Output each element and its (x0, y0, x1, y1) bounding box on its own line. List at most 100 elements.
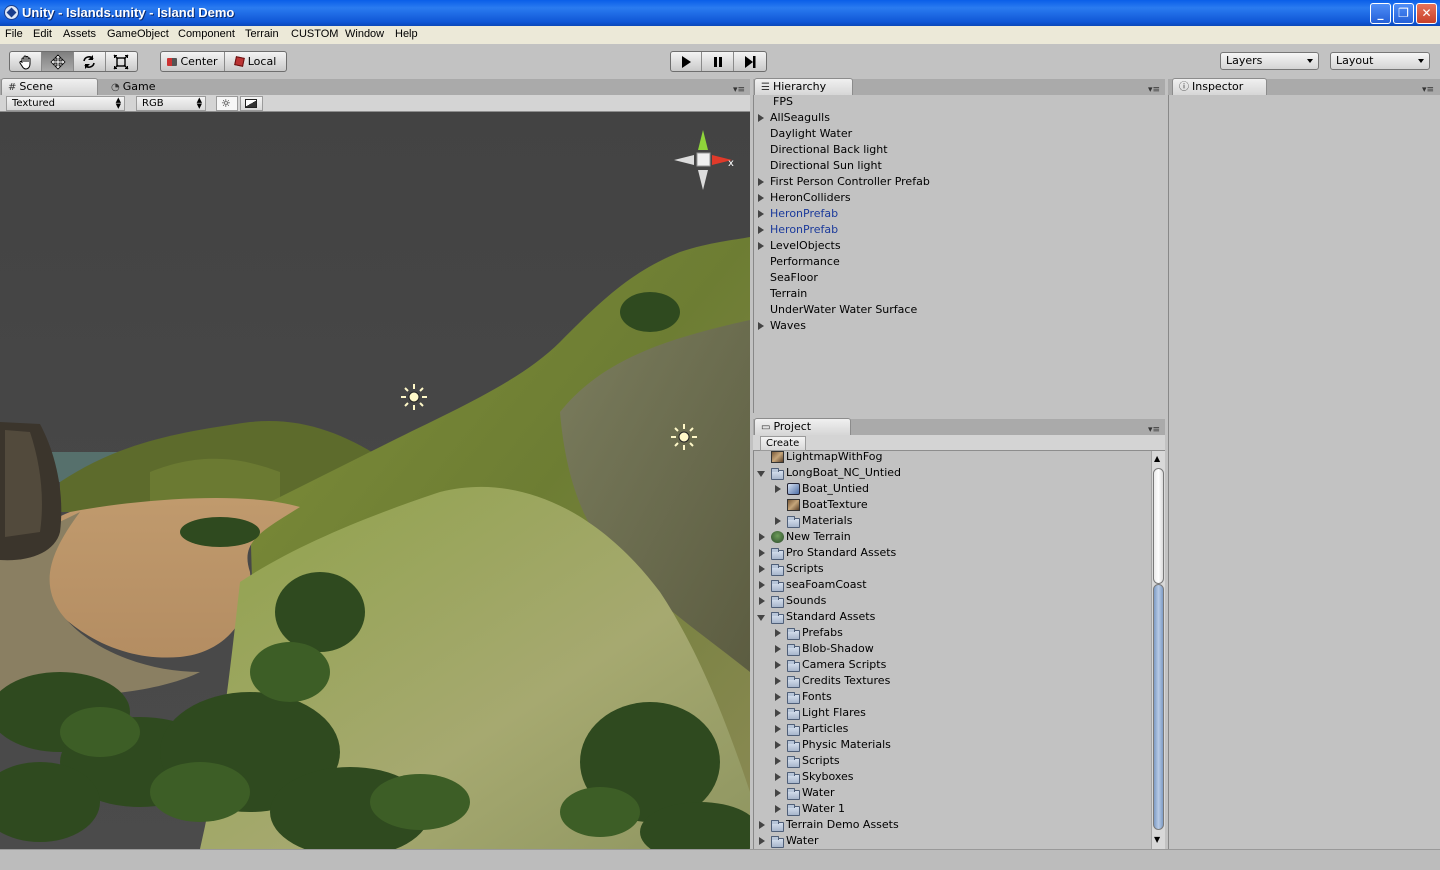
tab-project[interactable]: ▭ Project (754, 418, 851, 435)
menu-component[interactable]: Component (178, 28, 235, 40)
menu-custom[interactable]: CUSTOM (291, 28, 338, 40)
expand-arrow-icon[interactable] (758, 242, 764, 250)
expand-arrow-icon[interactable] (759, 565, 765, 573)
tab-game[interactable]: ◔ Game (104, 78, 174, 95)
expand-arrow-icon[interactable] (775, 693, 781, 701)
expand-arrow-icon[interactable] (758, 226, 764, 234)
scene-panel-menu-icon[interactable]: ▾≡ (733, 85, 745, 95)
terrain-icon (771, 531, 784, 543)
project-item[interactable]: Water (754, 785, 1150, 801)
expand-arrow-icon[interactable] (759, 597, 765, 605)
play-icon[interactable] (671, 52, 703, 71)
menu-window[interactable]: Window (345, 28, 384, 40)
project-item[interactable]: Camera Scripts (754, 657, 1150, 673)
expand-arrow-icon[interactable] (775, 725, 781, 733)
project-item[interactable]: Skyboxes (754, 769, 1150, 785)
project-item[interactable]: LongBoat_NC_Untied (754, 465, 1150, 481)
expand-arrow-icon[interactable] (758, 178, 764, 186)
pause-icon[interactable] (702, 52, 734, 71)
scene-overlay-toggle[interactable] (240, 96, 263, 111)
hierarchy-panel: FPS AllSeagulls Daylight Water Directional … (753, 95, 1165, 413)
project-panel-menu-icon[interactable]: ▾≡ (1148, 425, 1160, 435)
collapse-arrow-icon[interactable] (757, 471, 765, 477)
expand-arrow-icon[interactable] (775, 661, 781, 669)
create-dropdown[interactable]: Create ▼ (760, 436, 806, 461)
layers-dropdown[interactable]: Layers (1220, 52, 1319, 70)
scene-viewport[interactable]: x (0, 112, 750, 849)
scroll-down-icon[interactable]: ▼ (1154, 835, 1160, 844)
menu-file[interactable]: File (5, 28, 23, 40)
project-item[interactable]: Particles (754, 721, 1150, 737)
project-item[interactable]: Scripts (754, 753, 1150, 769)
project-item[interactable]: Blob-Shadow (754, 641, 1150, 657)
expand-arrow-icon[interactable] (775, 773, 781, 781)
collapse-arrow-icon[interactable] (757, 615, 765, 621)
rotate-icon[interactable] (74, 52, 106, 71)
hand-icon[interactable] (10, 52, 43, 71)
project-item[interactable]: Water (754, 833, 1150, 849)
expand-arrow-icon[interactable] (759, 533, 765, 541)
render-mode-dropdown[interactable]: RGB ▲ ▼ (136, 96, 206, 111)
project-item[interactable]: Scripts (754, 561, 1150, 577)
expand-arrow-icon[interactable] (759, 821, 765, 829)
minimize-button[interactable]: _ (1370, 3, 1391, 24)
project-item[interactable]: BoatTexture (754, 497, 1150, 513)
move-icon[interactable] (42, 52, 74, 71)
menu-assets[interactable]: Assets (63, 28, 96, 40)
expand-arrow-icon[interactable] (759, 581, 765, 589)
project-item[interactable]: Prefabs (754, 625, 1150, 641)
project-item-label: Light Flares (802, 706, 866, 719)
project-item[interactable]: New Terrain (754, 529, 1150, 545)
tab-inspector[interactable]: ⓘ Inspector (1172, 78, 1267, 95)
layout-dropdown[interactable]: Layout (1330, 52, 1430, 70)
project-item[interactable]: Water 1 (754, 801, 1150, 817)
project-item[interactable]: Materials (754, 513, 1150, 529)
hierarchy-panel-menu-icon[interactable]: ▾≡ (1148, 85, 1160, 95)
project-item[interactable]: Terrain Demo Assets (754, 817, 1150, 833)
expand-arrow-icon[interactable] (775, 757, 781, 765)
menu-terrain[interactable]: Terrain (245, 28, 279, 40)
project-scrollbar[interactable]: ▲ ▼ (1151, 451, 1165, 849)
expand-arrow-icon[interactable] (775, 709, 781, 717)
scrollbar-thumb[interactable] (1153, 584, 1164, 830)
pivot-center-button[interactable]: Center (161, 52, 225, 71)
close-button[interactable]: ✕ (1416, 3, 1437, 24)
menu-help[interactable]: Help (395, 28, 418, 40)
project-item[interactable]: Standard Assets (754, 609, 1150, 625)
project-item[interactable]: seaFoamCoast (754, 577, 1150, 593)
maximize-button[interactable]: ❐ (1393, 3, 1414, 24)
expand-arrow-icon[interactable] (775, 789, 781, 797)
project-item[interactable]: Credits Textures (754, 673, 1150, 689)
expand-arrow-icon[interactable] (759, 549, 765, 557)
scene-lighting-toggle[interactable]: ☼ (216, 96, 238, 111)
expand-arrow-icon[interactable] (759, 837, 765, 845)
project-item[interactable]: Physic Materials (754, 737, 1150, 753)
scale-icon[interactable] (106, 52, 137, 71)
expand-arrow-icon[interactable] (758, 322, 764, 330)
expand-arrow-icon[interactable] (775, 645, 781, 653)
expand-arrow-icon[interactable] (775, 629, 781, 637)
project-item[interactable]: Boat_Untied (754, 481, 1150, 497)
tab-hierarchy[interactable]: ☰ Hierarchy (754, 78, 853, 95)
expand-arrow-icon[interactable] (775, 805, 781, 813)
draw-mode-dropdown[interactable]: Textured ▲ ▼ (6, 96, 125, 111)
inspector-panel-menu-icon[interactable]: ▾≡ (1422, 85, 1434, 95)
step-icon[interactable] (734, 52, 766, 71)
expand-arrow-icon[interactable] (775, 485, 781, 493)
expand-arrow-icon[interactable] (775, 741, 781, 749)
tab-scene[interactable]: # Scene (1, 78, 98, 95)
menu-gameobject[interactable]: GameObject (107, 28, 169, 40)
expand-arrow-icon[interactable] (758, 114, 764, 122)
pivot-local-button[interactable]: Local (225, 52, 286, 71)
project-item[interactable]: Sounds (754, 593, 1150, 609)
expand-arrow-icon[interactable] (775, 677, 781, 685)
project-item[interactable]: Light Flares (754, 705, 1150, 721)
expand-arrow-icon[interactable] (758, 194, 764, 202)
project-item[interactable]: Pro Standard Assets (754, 545, 1150, 561)
menu-edit[interactable]: Edit (33, 28, 52, 40)
scroll-up-icon[interactable]: ▲ (1154, 454, 1160, 463)
expand-arrow-icon[interactable] (758, 210, 764, 218)
project-item[interactable]: LightmapWithFog (754, 451, 1150, 465)
project-item[interactable]: Fonts (754, 689, 1150, 705)
expand-arrow-icon[interactable] (775, 517, 781, 525)
